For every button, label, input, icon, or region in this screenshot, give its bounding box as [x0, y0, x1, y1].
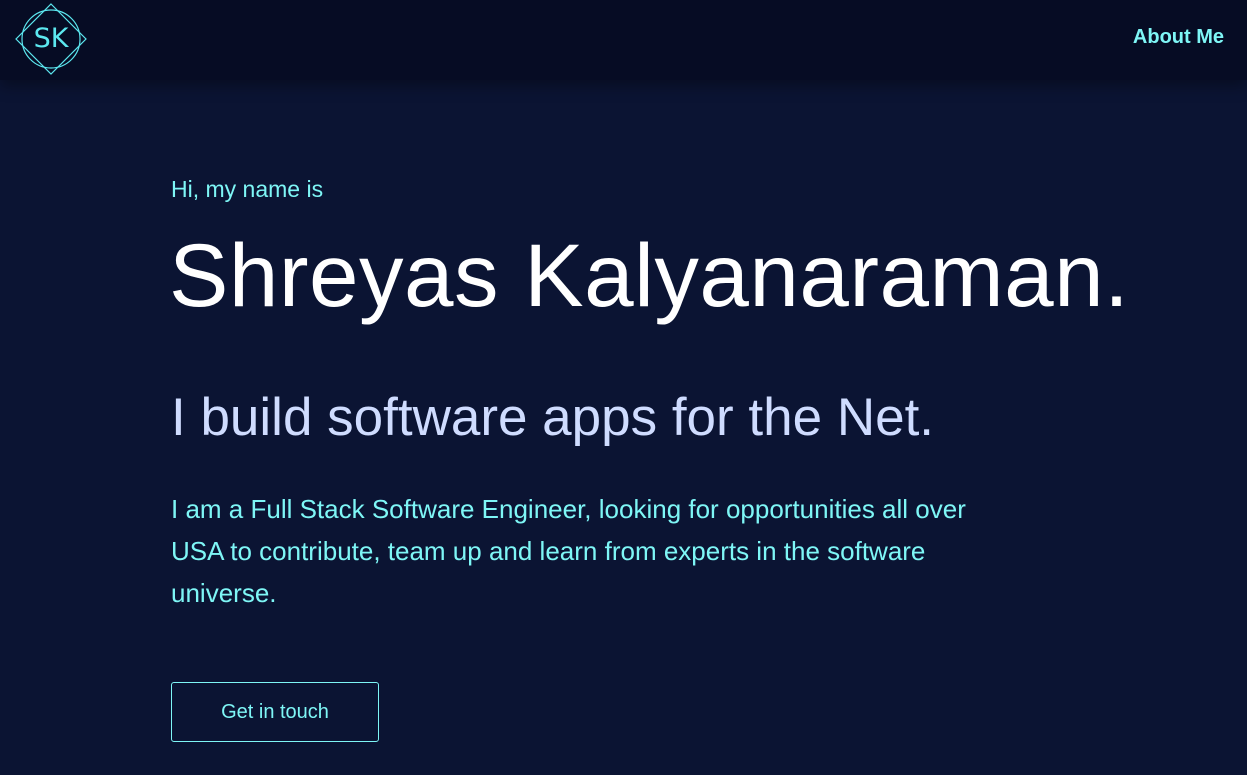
nav-link-about-me[interactable]: About Me: [1133, 26, 1224, 49]
logo-link[interactable]: SK: [15, 3, 87, 75]
get-in-touch-button[interactable]: Get in touch: [171, 682, 379, 742]
top-navbar: SK About Me: [0, 0, 1247, 80]
hero-greeting: Hi, my name is: [171, 176, 324, 202]
hero-name: Shreyas Kalyanaraman.: [169, 225, 1130, 325]
hero-bio: I am a Full Stack Software Engineer, loo…: [171, 494, 966, 608]
logo-text: SK: [33, 23, 69, 54]
hero-tagline: I build software apps for the Net.: [171, 388, 935, 447]
